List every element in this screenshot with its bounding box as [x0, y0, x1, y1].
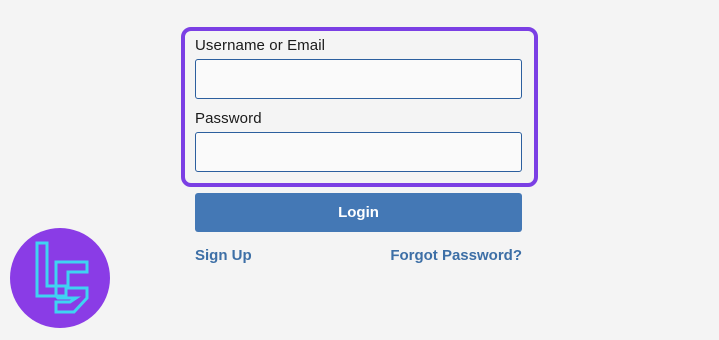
brand-logo-icon [10, 228, 110, 328]
password-label: Password [195, 110, 262, 127]
login-button[interactable]: Login [195, 193, 522, 232]
login-page: Username or Email Password Login Sign Up… [0, 0, 719, 340]
sign-up-link[interactable]: Sign Up [195, 247, 252, 264]
forgot-password-link[interactable]: Forgot Password? [390, 247, 522, 264]
password-input[interactable] [195, 132, 522, 172]
username-input[interactable] [195, 59, 522, 99]
username-label: Username or Email [195, 37, 326, 54]
logo-mark-icon [35, 241, 89, 314]
